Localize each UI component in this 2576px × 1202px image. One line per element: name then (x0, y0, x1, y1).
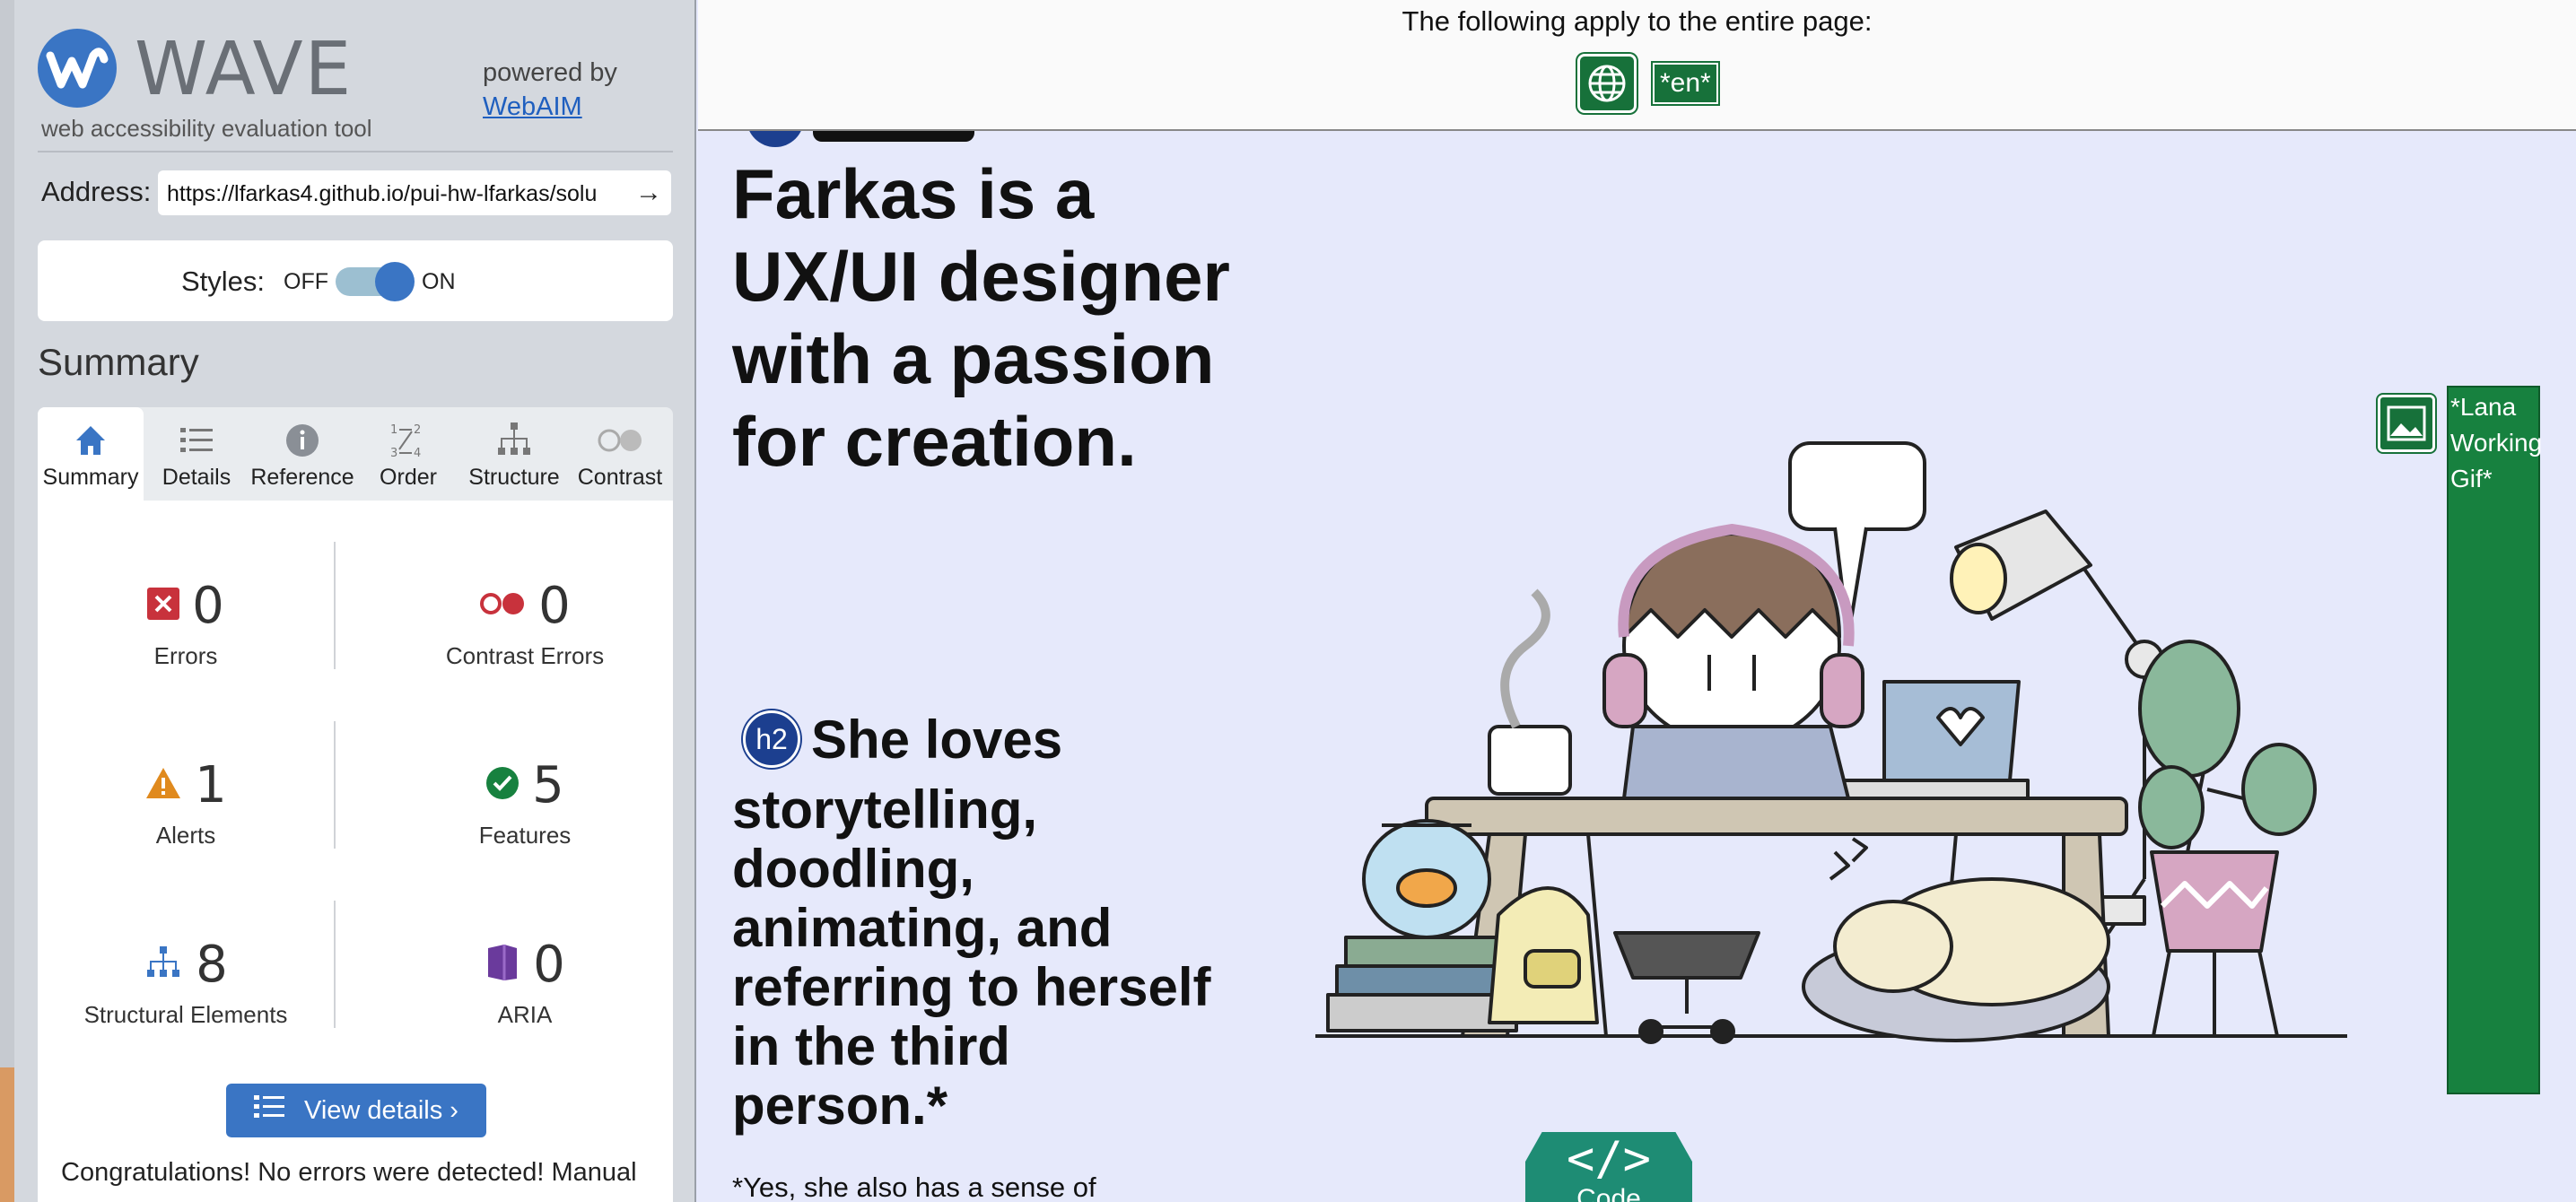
styles-off-label: OFF (284, 269, 328, 294)
address-label: Address: (41, 176, 152, 207)
tab-reference[interactable]: Reference (249, 407, 355, 501)
subheading-first-line: She loves (811, 710, 1063, 770)
wave-logo-icon (38, 29, 117, 108)
contrast-error-icon (479, 591, 526, 621)
svg-text:1: 1 (390, 423, 397, 437)
order-icon: 1 2 3 4 (389, 421, 428, 465)
h2-badge-icon[interactable]: h2 (743, 710, 800, 768)
tab-label: Contrast (577, 465, 663, 490)
go-arrow-icon[interactable]: → (635, 178, 662, 208)
code-button[interactable]: </> Code (1525, 1132, 1692, 1202)
sidebar-edge (0, 0, 14, 1202)
alert-icon (144, 766, 182, 805)
h1-badge-icon-partial (736, 131, 808, 147)
page-level-text: The following apply to the entire page: (1402, 5, 1873, 37)
divider (334, 542, 336, 669)
tab-structure[interactable]: Structure (461, 407, 567, 501)
wave-sidebar: WAVE web accessibility evaluation tool p… (0, 0, 696, 1202)
features-label: Features (478, 822, 572, 849)
info-icon (284, 422, 320, 463)
styles-card: Styles: OFF ON (38, 240, 673, 321)
structural-count: 8 (196, 935, 228, 994)
structure-icon (144, 945, 183, 985)
toggle-knob[interactable] (375, 262, 415, 301)
aria-count: 0 (533, 935, 565, 994)
sidebar-edge-accent (0, 1067, 14, 1202)
contrast-errors-label: Contrast Errors (445, 642, 605, 669)
alerts-label: Alerts (155, 822, 216, 849)
divider (334, 721, 336, 849)
summary-panel: 0 Errors 0 Contrast Errors 1 Alerts 5 Fe… (38, 501, 673, 1202)
stat-contrast-errors[interactable]: 0 Contrast Errors (377, 574, 673, 670)
wave-brand: WAVE (135, 27, 354, 112)
structural-label: Structural Elements (83, 1001, 288, 1028)
aria-icon (485, 943, 520, 987)
svg-text:2: 2 (414, 423, 421, 437)
image-alt-icon[interactable] (2378, 395, 2435, 452)
svg-text:4: 4 (414, 447, 421, 460)
contrast-icon (597, 427, 643, 458)
footnote-text: *Yes, she also has a sense of (732, 1172, 1096, 1202)
list-icon (179, 422, 214, 463)
styles-toggle[interactable] (336, 262, 415, 301)
svg-text:3: 3 (390, 447, 397, 460)
tab-summary[interactable]: Summary (38, 407, 144, 501)
styles-on-label: ON (422, 269, 456, 294)
stat-alerts[interactable]: 1 Alerts (38, 753, 334, 849)
aria-label: ARIA (497, 1001, 553, 1028)
contrast-errors-count: 0 (538, 576, 571, 635)
alerts-count: 1 (195, 755, 227, 814)
language-badge[interactable]: *en* (1653, 63, 1718, 104)
feature-check-icon (485, 766, 520, 805)
styles-label: Styles: (181, 266, 266, 297)
view-details-label: View details › (304, 1095, 458, 1125)
lana-working-illustration (1315, 441, 2347, 1044)
stat-errors[interactable]: 0 Errors (38, 574, 334, 670)
stat-structural[interactable]: 8 Structural Elements (38, 933, 334, 1029)
code-label: Code (1576, 1184, 1641, 1202)
globe-icon[interactable] (1577, 54, 1637, 113)
list-icon (254, 1093, 286, 1128)
page-level-bar: The following apply to the entire page: … (698, 0, 2576, 131)
cut-off-heading-text (813, 131, 992, 144)
tab-order[interactable]: 1234 Order (355, 407, 461, 501)
errors-count: 0 (192, 576, 224, 635)
webaim-link[interactable]: WebAIM (483, 92, 582, 121)
page-heading: Farkas is a UX/UI designer with a passio… (732, 154, 1230, 481)
powered-by: powered by WebAIM (483, 56, 617, 124)
subheading-rest: storytelling, doodling, animating, and r… (732, 780, 1211, 1136)
tab-details[interactable]: Details (144, 407, 249, 501)
errors-label: Errors (153, 642, 218, 669)
congrats-message: Congratulations! No errors were detected… (61, 1158, 637, 1187)
home-icon (73, 422, 109, 463)
summary-title: Summary (38, 341, 199, 383)
wave-tabs: Summary Details Reference 1234 Order Str… (38, 407, 673, 501)
stat-features[interactable]: 5 Features (377, 753, 673, 849)
divider (38, 151, 673, 152)
stat-aria[interactable]: 0 ARIA (377, 933, 673, 1029)
structure-icon (494, 421, 534, 465)
view-details-button[interactable]: View details › (226, 1084, 486, 1137)
tab-contrast[interactable]: Contrast (567, 407, 673, 501)
address-value[interactable]: https://lfarkas4.github.io/pui-hw-lfarka… (167, 181, 616, 207)
error-icon (147, 587, 180, 624)
code-icon: </> (1567, 1132, 1651, 1186)
features-count: 5 (532, 755, 564, 814)
alt-text: *Lana Working Gif* (2450, 393, 2543, 492)
powered-by-text: powered by (483, 58, 617, 87)
wave-tagline: web accessibility evaluation tool (41, 115, 372, 142)
divider (334, 901, 336, 1028)
address-input[interactable]: https://lfarkas4.github.io/pui-hw-lfarka… (158, 170, 671, 215)
